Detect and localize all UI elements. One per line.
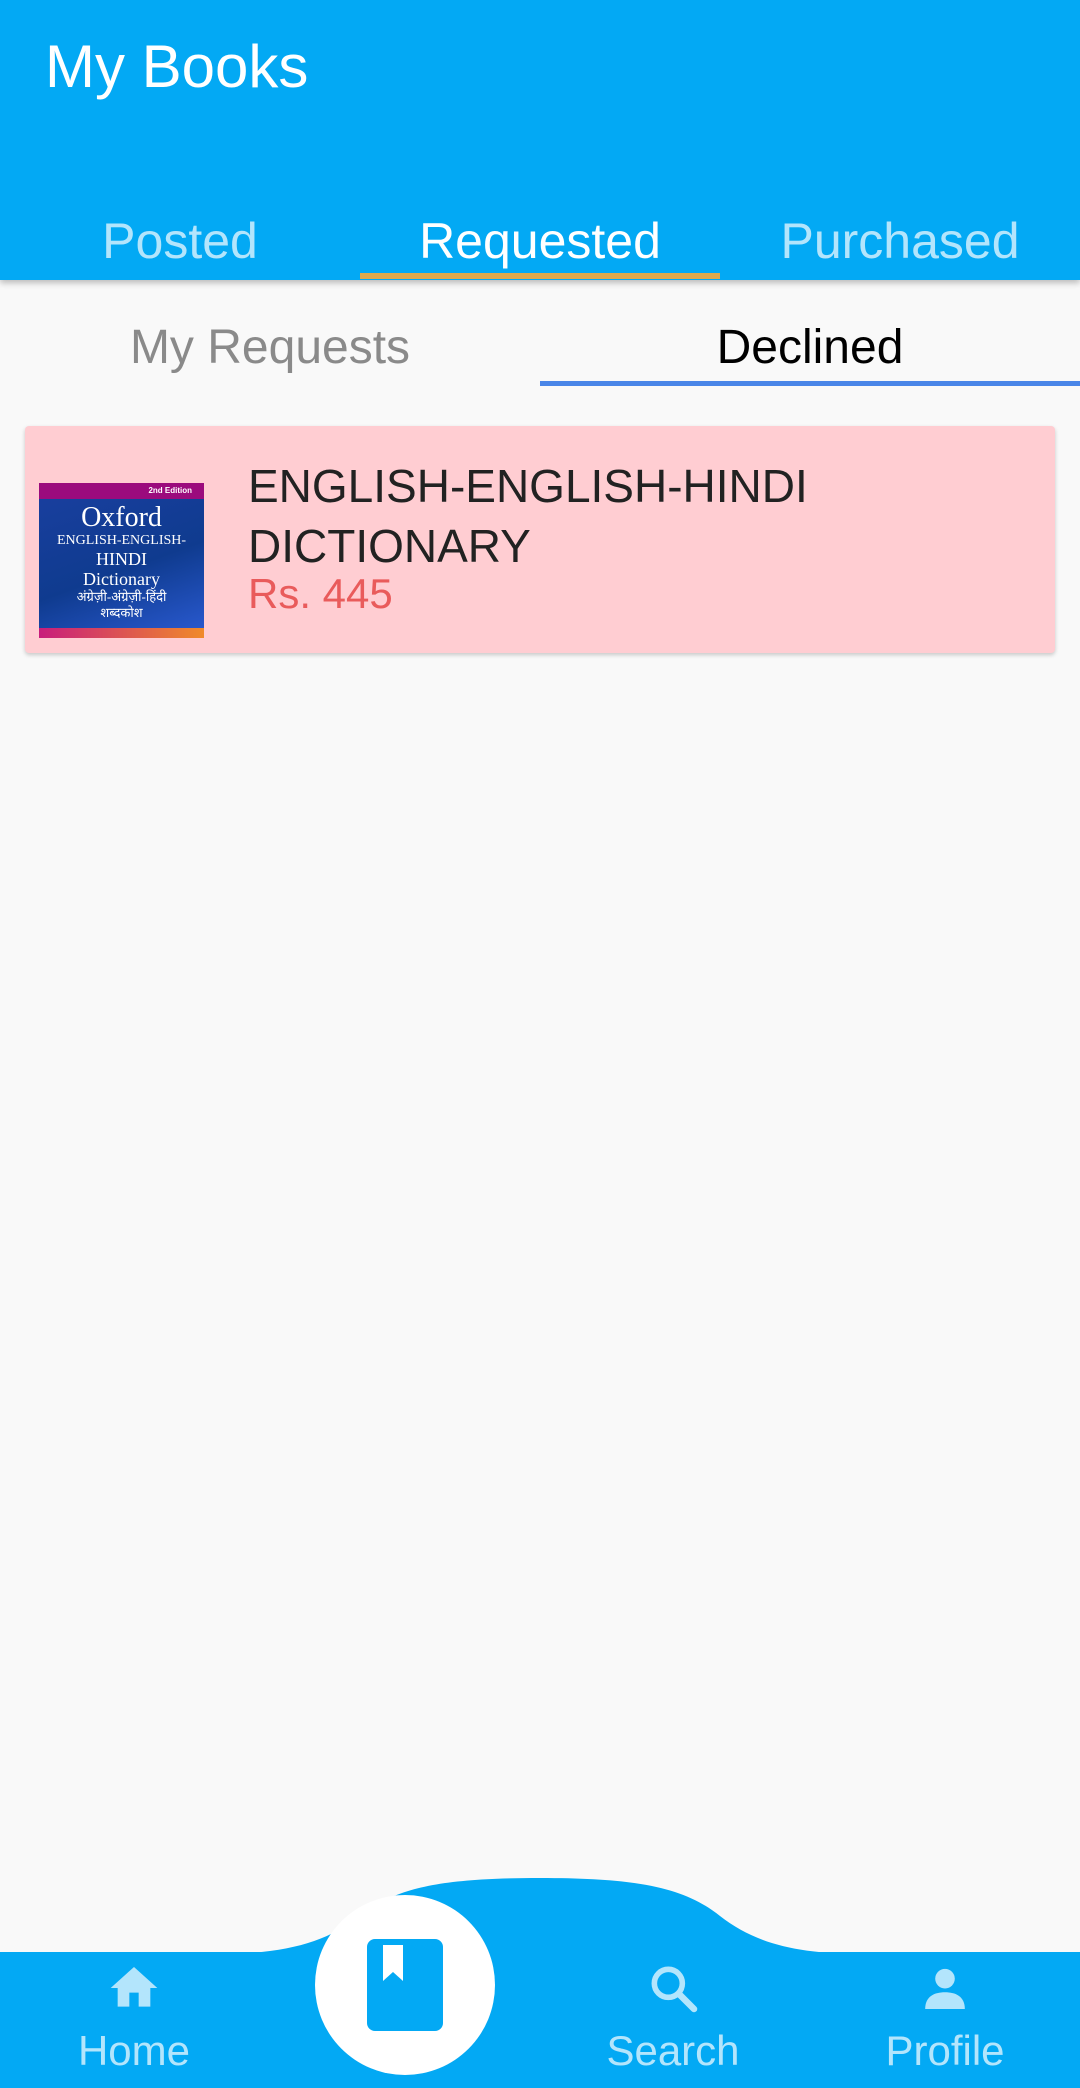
tab-requested[interactable]: Requested [360, 200, 720, 280]
nav-search-label: Search [606, 2027, 740, 2074]
sub-tab-indicator [540, 381, 1080, 386]
person-icon [925, 1968, 965, 2009]
app-bar: My Books Posted Requested Purchased [0, 0, 1080, 280]
cover-line-3: Dictionary [83, 569, 160, 589]
book-card[interactable]: 2nd Edition Oxford ENGLISH-ENGLISH- HIND… [25, 426, 1055, 653]
my-books-button[interactable] [315, 1895, 495, 2075]
cover-hindi-1: अंग्रेज़ी-अंग्रेज़ी-हिंदी [76, 589, 167, 604]
nav-profile-label: Profile [885, 2027, 1005, 2074]
nav-home-label: Home [77, 2027, 191, 2074]
nav-search[interactable]: Search [573, 1960, 773, 2075]
cover-hindi-2: शब्दकोश [100, 605, 143, 620]
cover-brand: Oxford [81, 502, 162, 533]
tab-indicator [360, 273, 720, 279]
book-title: ENGLISH-ENGLISH-HINDI DICTIONARY [248, 460, 808, 572]
book-icon [367, 1939, 443, 2031]
cover-text: Oxford ENGLISH-ENGLISH- HINDI Dictionary… [39, 503, 204, 621]
main-tabs: Posted Requested Purchased [0, 200, 1080, 280]
home-icon [110, 1967, 158, 2007]
nav-curve [215, 1878, 865, 1958]
tab-purchased[interactable]: Purchased [720, 200, 1080, 280]
cover-stripe [39, 628, 204, 638]
tab-my-requests[interactable]: My Requests [0, 292, 540, 392]
nav-home[interactable]: Home [34, 1960, 234, 2075]
cover-band: 2nd Edition [39, 483, 204, 499]
sub-tabs: My Requests Declined [0, 292, 1080, 392]
book-price: Rs. 445 [248, 570, 393, 617]
search-icon [651, 1966, 698, 2013]
cover-line-2: HINDI [96, 549, 147, 569]
page-title: My Books [45, 33, 309, 100]
tab-declined[interactable]: Declined [540, 292, 1080, 392]
tab-posted[interactable]: Posted [0, 200, 360, 280]
cover-edition: 2nd Edition [148, 486, 192, 495]
book-cover-image: 2nd Edition Oxford ENGLISH-ENGLISH- HIND… [39, 483, 204, 638]
nav-profile[interactable]: Profile [845, 1960, 1045, 2075]
cover-line-1: ENGLISH-ENGLISH- [56, 533, 187, 548]
